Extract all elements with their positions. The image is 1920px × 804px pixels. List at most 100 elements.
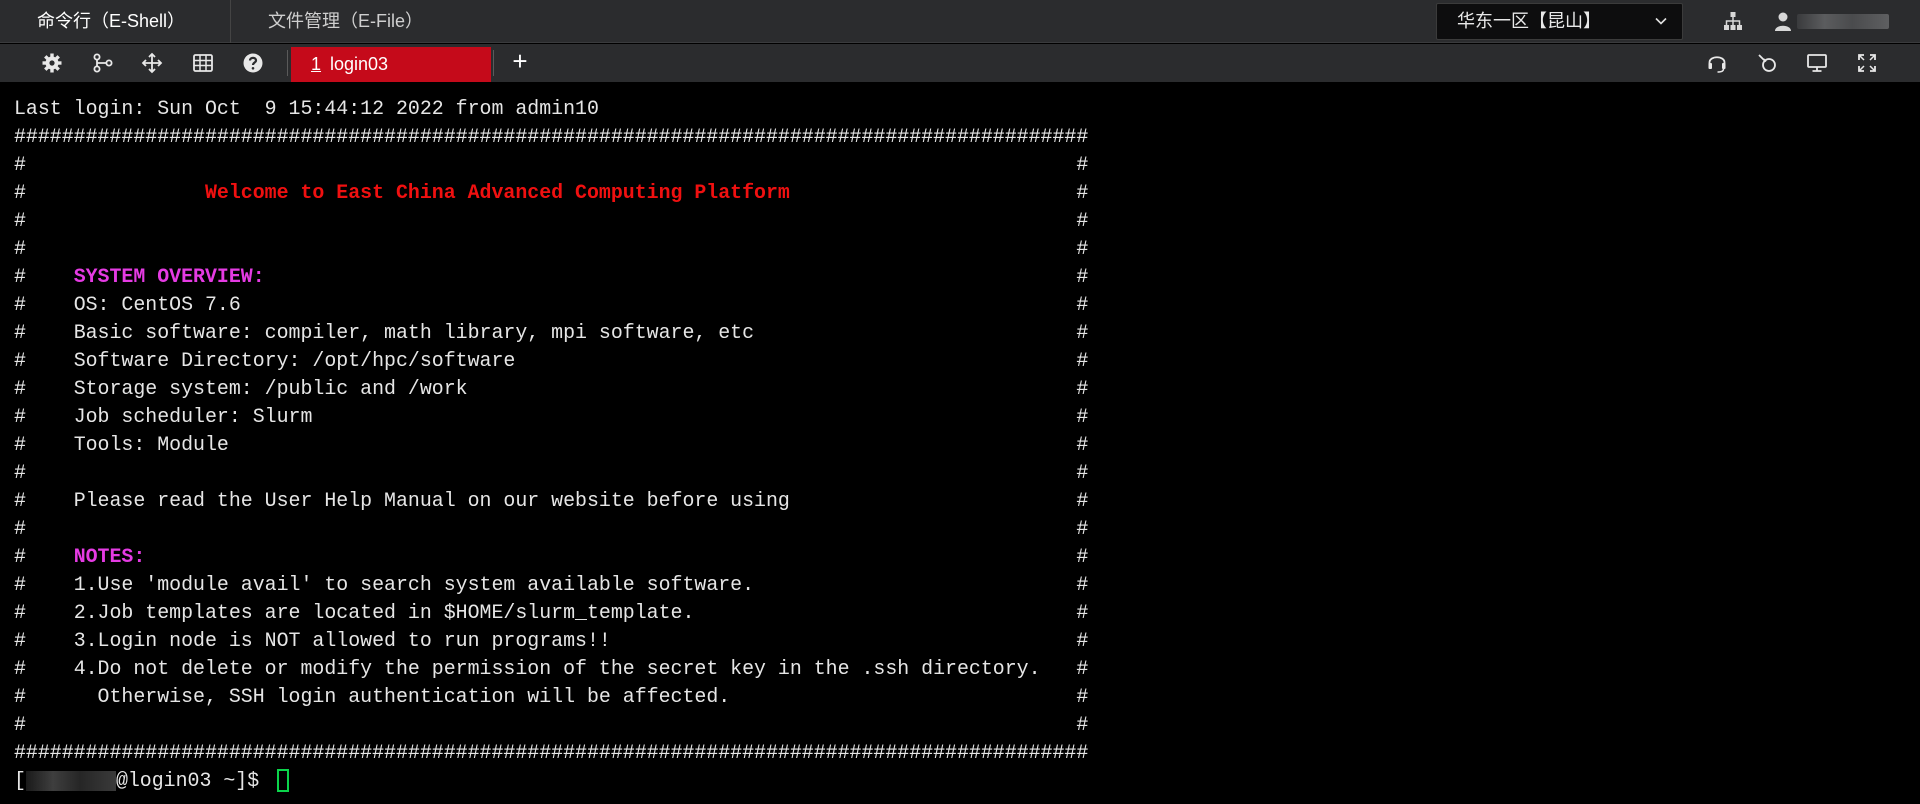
- border-hash: #: [14, 461, 26, 484]
- banner-overview-line: # Tools: Module #: [14, 431, 1088, 459]
- headset-icon[interactable]: [1706, 52, 1728, 74]
- banner-help-line-text: Please read the User Help Manual on our …: [73, 489, 790, 512]
- toolbar-divider: [287, 50, 288, 76]
- banner-overview-line: # Software Directory: /opt/hpc/software …: [14, 347, 1088, 375]
- border-hash: #: [789, 181, 1089, 204]
- banner-border: ########################################…: [14, 741, 1089, 764]
- border-hash: #: [14, 321, 74, 344]
- border-hash: #: [14, 377, 74, 400]
- banner-note-line-text: Otherwise, SSH login authentication will…: [73, 685, 731, 708]
- transfer-arrows-icon[interactable]: [141, 52, 163, 74]
- banner-overview-line-text: OS: CentOS 7.6: [73, 293, 241, 316]
- border-hash: #: [694, 601, 1089, 624]
- border-hash: #: [228, 433, 1089, 456]
- border-hash: #: [14, 573, 74, 596]
- chevron-down-icon: [1655, 17, 1667, 25]
- last-login-line: Last login: Sun Oct 9 15:44:12 2022 from…: [14, 95, 1088, 123]
- terminal-cursor[interactable]: [277, 769, 290, 793]
- border-hash: #: [14, 517, 26, 540]
- banner-overview-line-text: Job scheduler: Slurm: [73, 405, 313, 428]
- banner-note-line-text: 2.Job templates are located in $HOME/slu…: [73, 601, 695, 624]
- border-hash: #: [25, 209, 1089, 232]
- banner-empty: # #: [14, 235, 1088, 263]
- border-hash: #: [14, 629, 74, 652]
- help-icon[interactable]: [242, 52, 264, 74]
- border-hash: #: [610, 629, 1089, 652]
- border-hash: #: [14, 237, 26, 260]
- banner-note-line: # 2.Job templates are located in $HOME/s…: [14, 599, 1088, 627]
- banner-empty: # #: [14, 515, 1088, 543]
- border-hash: #: [312, 405, 1089, 428]
- border-hash: #: [730, 685, 1089, 708]
- tab-eshell[interactable]: 命令行（E-Shell）: [37, 0, 185, 43]
- toolbar: 1 login03 +: [0, 44, 1920, 82]
- border-hash: #: [14, 209, 26, 232]
- border-hash: #: [240, 293, 1089, 316]
- border-hash: #: [25, 517, 1089, 540]
- share-nodes-icon[interactable]: [92, 52, 114, 74]
- banner-note-line: # 4.Do not delete or modify the permissi…: [14, 655, 1088, 683]
- border-hash: #: [789, 489, 1089, 512]
- border-hash: #: [467, 377, 1089, 400]
- banner-overview-heading-text: SYSTEM OVERVIEW:: [73, 265, 265, 288]
- border-hash: #: [1040, 657, 1089, 680]
- plug-icon[interactable]: [1756, 52, 1778, 74]
- banner-empty: # #: [14, 151, 1088, 179]
- prompt-open: [: [14, 769, 26, 792]
- banner-empty: # #: [14, 459, 1088, 487]
- border-hash: #: [25, 713, 1089, 736]
- keyboard-icon[interactable]: [192, 52, 214, 74]
- banner-notes-heading-text: NOTES:: [73, 545, 146, 568]
- terminal-output[interactable]: Last login: Sun Oct 9 15:44:12 2022 from…: [0, 82, 1920, 804]
- banner-note-line: # 3.Login node is NOT allowed to run pro…: [14, 627, 1088, 655]
- border-hash: #: [25, 461, 1089, 484]
- border-hash: #: [515, 349, 1089, 372]
- border-hash: #: [14, 349, 74, 372]
- banner-welcome-text: Welcome to East China Advanced Computing…: [204, 181, 790, 204]
- banner-overview-line: # Storage system: /public and /work #: [14, 375, 1088, 403]
- add-tab-button[interactable]: +: [508, 48, 532, 74]
- border-hash: #: [14, 657, 74, 680]
- banner-note-line: # Otherwise, SSH login authentication wi…: [14, 683, 1088, 711]
- border-hash: #: [14, 713, 26, 736]
- region-select[interactable]: 华东一区【昆山】: [1436, 3, 1683, 40]
- border-hash: #: [14, 685, 74, 708]
- tab-efile[interactable]: 文件管理（E-File）: [268, 0, 423, 43]
- last-login-text: Last login: Sun Oct 9 15:44:12 2022 from…: [14, 97, 599, 120]
- username-redacted[interactable]: [1797, 14, 1889, 29]
- banner-overview-line-text: Basic software: compiler, math library, …: [73, 321, 755, 344]
- banner-border-bottom: ########################################…: [14, 739, 1088, 767]
- banner-notes-heading: # NOTES: #: [14, 543, 1088, 571]
- banner-empty: # #: [14, 207, 1088, 235]
- border-hash: #: [754, 321, 1089, 344]
- banner-overview-line: # OS: CentOS 7.6 #: [14, 291, 1088, 319]
- username-redacted: [25, 770, 116, 791]
- region-select-value: 华东一区【昆山】: [1457, 11, 1601, 31]
- banner-help-line: # Please read the User Help Manual on ou…: [14, 487, 1088, 515]
- border-hash: #: [145, 545, 1089, 568]
- top-header: 命令行（E-Shell） 文件管理（E-File） 华东一区【昆山】: [0, 0, 1920, 43]
- tab-divider: [230, 0, 231, 43]
- banner-overview-line: # Basic software: compiler, math library…: [14, 319, 1088, 347]
- border-hash: #: [14, 405, 74, 428]
- session-tab-label: login03: [325, 54, 389, 74]
- banner-overview-line: # Job scheduler: Slurm #: [14, 403, 1088, 431]
- gear-icon[interactable]: [41, 52, 63, 74]
- monitor-icon[interactable]: [1806, 52, 1828, 74]
- banner-note-line-text: 4.Do not delete or modify the permission…: [73, 657, 1041, 680]
- user-icon[interactable]: [1772, 10, 1794, 32]
- banner-border: ########################################…: [14, 125, 1089, 148]
- border-hash: #: [14, 293, 74, 316]
- border-hash: #: [14, 265, 74, 288]
- fullscreen-icon[interactable]: [1856, 52, 1878, 74]
- sitemap-icon[interactable]: [1722, 10, 1744, 32]
- banner-note-line: # 1.Use 'module avail' to search system …: [14, 571, 1088, 599]
- banner-overview-line-text: Tools: Module: [73, 433, 229, 456]
- border-hash: #: [14, 601, 74, 624]
- banner-note-line-text: 3.Login node is NOT allowed to run progr…: [73, 629, 611, 652]
- border-hash: #: [25, 237, 1089, 260]
- border-hash: #: [14, 545, 74, 568]
- border-hash: #: [14, 153, 26, 176]
- border-hash: #: [754, 573, 1089, 596]
- session-tab-login03[interactable]: 1 login03: [291, 47, 491, 82]
